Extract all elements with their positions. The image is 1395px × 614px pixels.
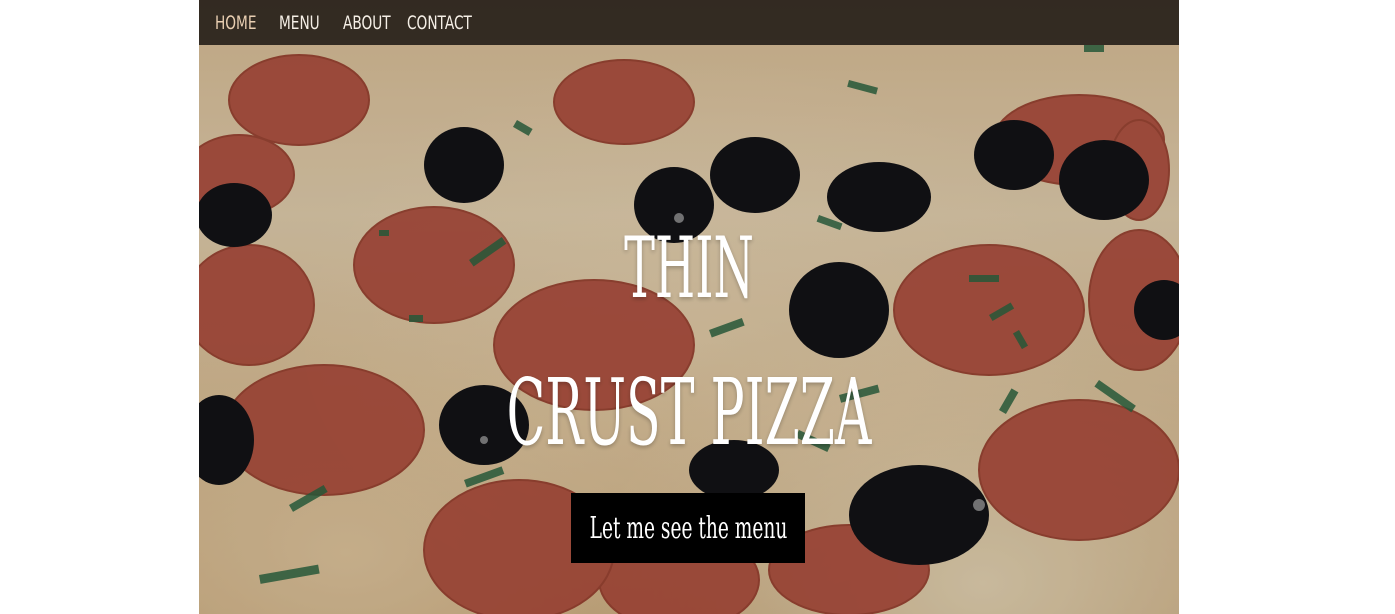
nav-link-menu[interactable]: MENU [279, 12, 327, 34]
hero-title-line-2: CRUST PIZZA [506, 359, 872, 466]
nav-link-home[interactable]: HOME [215, 12, 263, 34]
nav-link-about[interactable]: ABOUT [343, 12, 391, 34]
hero-title-line-1: THIN [624, 219, 754, 317]
top-navbar: HOME MENU ABOUT CONTACT [199, 0, 1179, 45]
page-container: HOME MENU ABOUT CONTACT THIN CRUST PIZZA… [199, 0, 1179, 614]
see-menu-button[interactable]: Let me see the menu [571, 493, 805, 563]
see-menu-button-label: Let me see the menu [589, 510, 787, 546]
nav-link-contact[interactable]: CONTACT [407, 12, 472, 34]
